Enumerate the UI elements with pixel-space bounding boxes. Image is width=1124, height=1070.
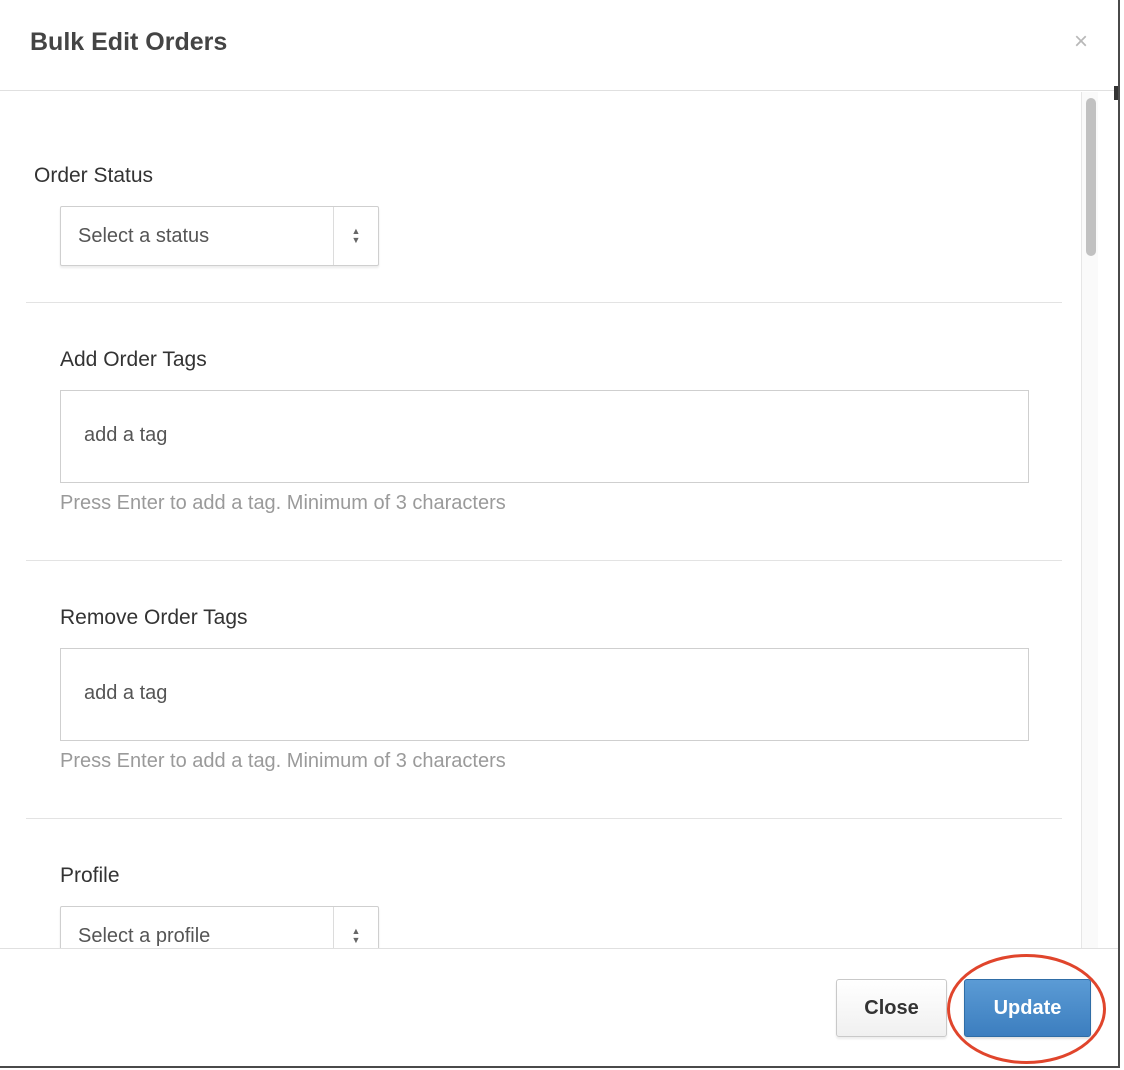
chevron-up-down-icon: ▲ ▼ bbox=[333, 207, 378, 265]
remove-tags-input[interactable]: add a tag bbox=[60, 648, 1029, 741]
modal-footer: Close Update bbox=[0, 948, 1118, 1066]
order-status-select[interactable]: Select a status ▲ ▼ bbox=[60, 206, 379, 266]
remove-tags-placeholder: add a tag bbox=[84, 682, 168, 704]
update-button[interactable]: Update bbox=[964, 979, 1091, 1037]
modal-body: Order Status Select a status ▲ ▼ Add Orde… bbox=[0, 92, 1118, 948]
section-divider bbox=[26, 560, 1062, 561]
profile-select[interactable]: Select a profile ▲ ▼ bbox=[60, 906, 379, 948]
order-status-label: Order Status bbox=[34, 164, 154, 187]
close-icon[interactable]: × bbox=[1074, 30, 1088, 54]
profile-selected-value: Select a profile bbox=[78, 925, 211, 947]
chevron-up-down-icon: ▲ ▼ bbox=[333, 907, 378, 948]
scrollbar-thumb[interactable] bbox=[1086, 98, 1096, 256]
modal-title: Bulk Edit Orders bbox=[30, 28, 228, 56]
close-button[interactable]: Close bbox=[836, 979, 947, 1037]
modal-header: Bulk Edit Orders × bbox=[0, 0, 1118, 91]
remove-tags-help-text: Press Enter to add a tag. Minimum of 3 c… bbox=[60, 750, 506, 772]
modal-scrollbar[interactable] bbox=[1081, 92, 1098, 948]
add-tags-help-text: Press Enter to add a tag. Minimum of 3 c… bbox=[60, 492, 506, 514]
add-tags-input[interactable]: add a tag bbox=[60, 390, 1029, 483]
profile-label: Profile bbox=[60, 864, 120, 887]
remove-tags-label: Remove Order Tags bbox=[60, 606, 248, 629]
order-status-selected-value: Select a status bbox=[78, 225, 210, 247]
section-divider bbox=[26, 818, 1062, 819]
add-tags-label: Add Order Tags bbox=[60, 348, 207, 371]
bulk-edit-modal: Bulk Edit Orders × Order Status Select a… bbox=[0, 0, 1120, 1068]
add-tags-placeholder: add a tag bbox=[84, 424, 168, 446]
section-divider bbox=[26, 302, 1062, 303]
